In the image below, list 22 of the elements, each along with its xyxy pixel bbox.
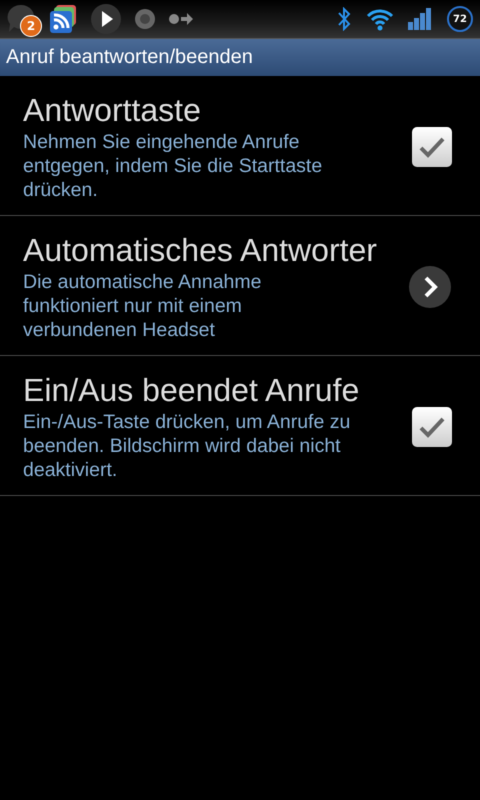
setting-title: Antworttaste bbox=[23, 92, 202, 128]
battery-indicator: 72 bbox=[446, 5, 474, 33]
play-icon[interactable] bbox=[90, 3, 122, 35]
checkbox[interactable] bbox=[412, 406, 452, 446]
settings-item[interactable]: Ein/Aus beendet Anrufe Ein-/Aus-Taste drücken, um Anrufe zu beenden. Bildschirm wird dabei nicht deaktiviert. bbox=[0, 356, 480, 496]
setting-title: Ein/Aus beendet Anrufe bbox=[23, 372, 360, 408]
signal-icon bbox=[408, 8, 432, 30]
record-icon[interactable] bbox=[134, 8, 156, 30]
setting-summary: Nehmen Sie eingehende Anrufe entgegen, indem Sie die Starttaste drücken. bbox=[23, 130, 324, 202]
checkbox[interactable] bbox=[412, 126, 452, 166]
rss-icon[interactable] bbox=[48, 4, 78, 34]
settings-item[interactable]: Antworttaste Nehmen Sie eingehende Anrufe entgegen, indem Sie die Starttaste drücken. bbox=[0, 76, 480, 216]
setting-summary: Die automatische Annahme funktioniert nur mit einem verbundenen Headset bbox=[23, 270, 262, 342]
bluetooth-icon[interactable] bbox=[336, 7, 352, 31]
screen-title: Anruf beantworten/beenden bbox=[6, 46, 253, 69]
wifi-icon[interactable] bbox=[366, 7, 394, 31]
notification-badge: 2 bbox=[20, 15, 42, 37]
chevron-right-icon[interactable] bbox=[408, 264, 452, 308]
settings-item[interactable]: Automatisches Antworter Die automatische Annahme funktioniert nur mit einem verbundenen Headset bbox=[0, 216, 480, 356]
dot-arrow-icon[interactable] bbox=[168, 12, 194, 26]
setting-summary: Ein-/Aus-Taste drücken, um Anrufe zu beenden. Bildschirm wird dabei nicht deaktiviert. bbox=[23, 410, 352, 482]
setting-title: Automatisches Antworter bbox=[23, 232, 377, 268]
